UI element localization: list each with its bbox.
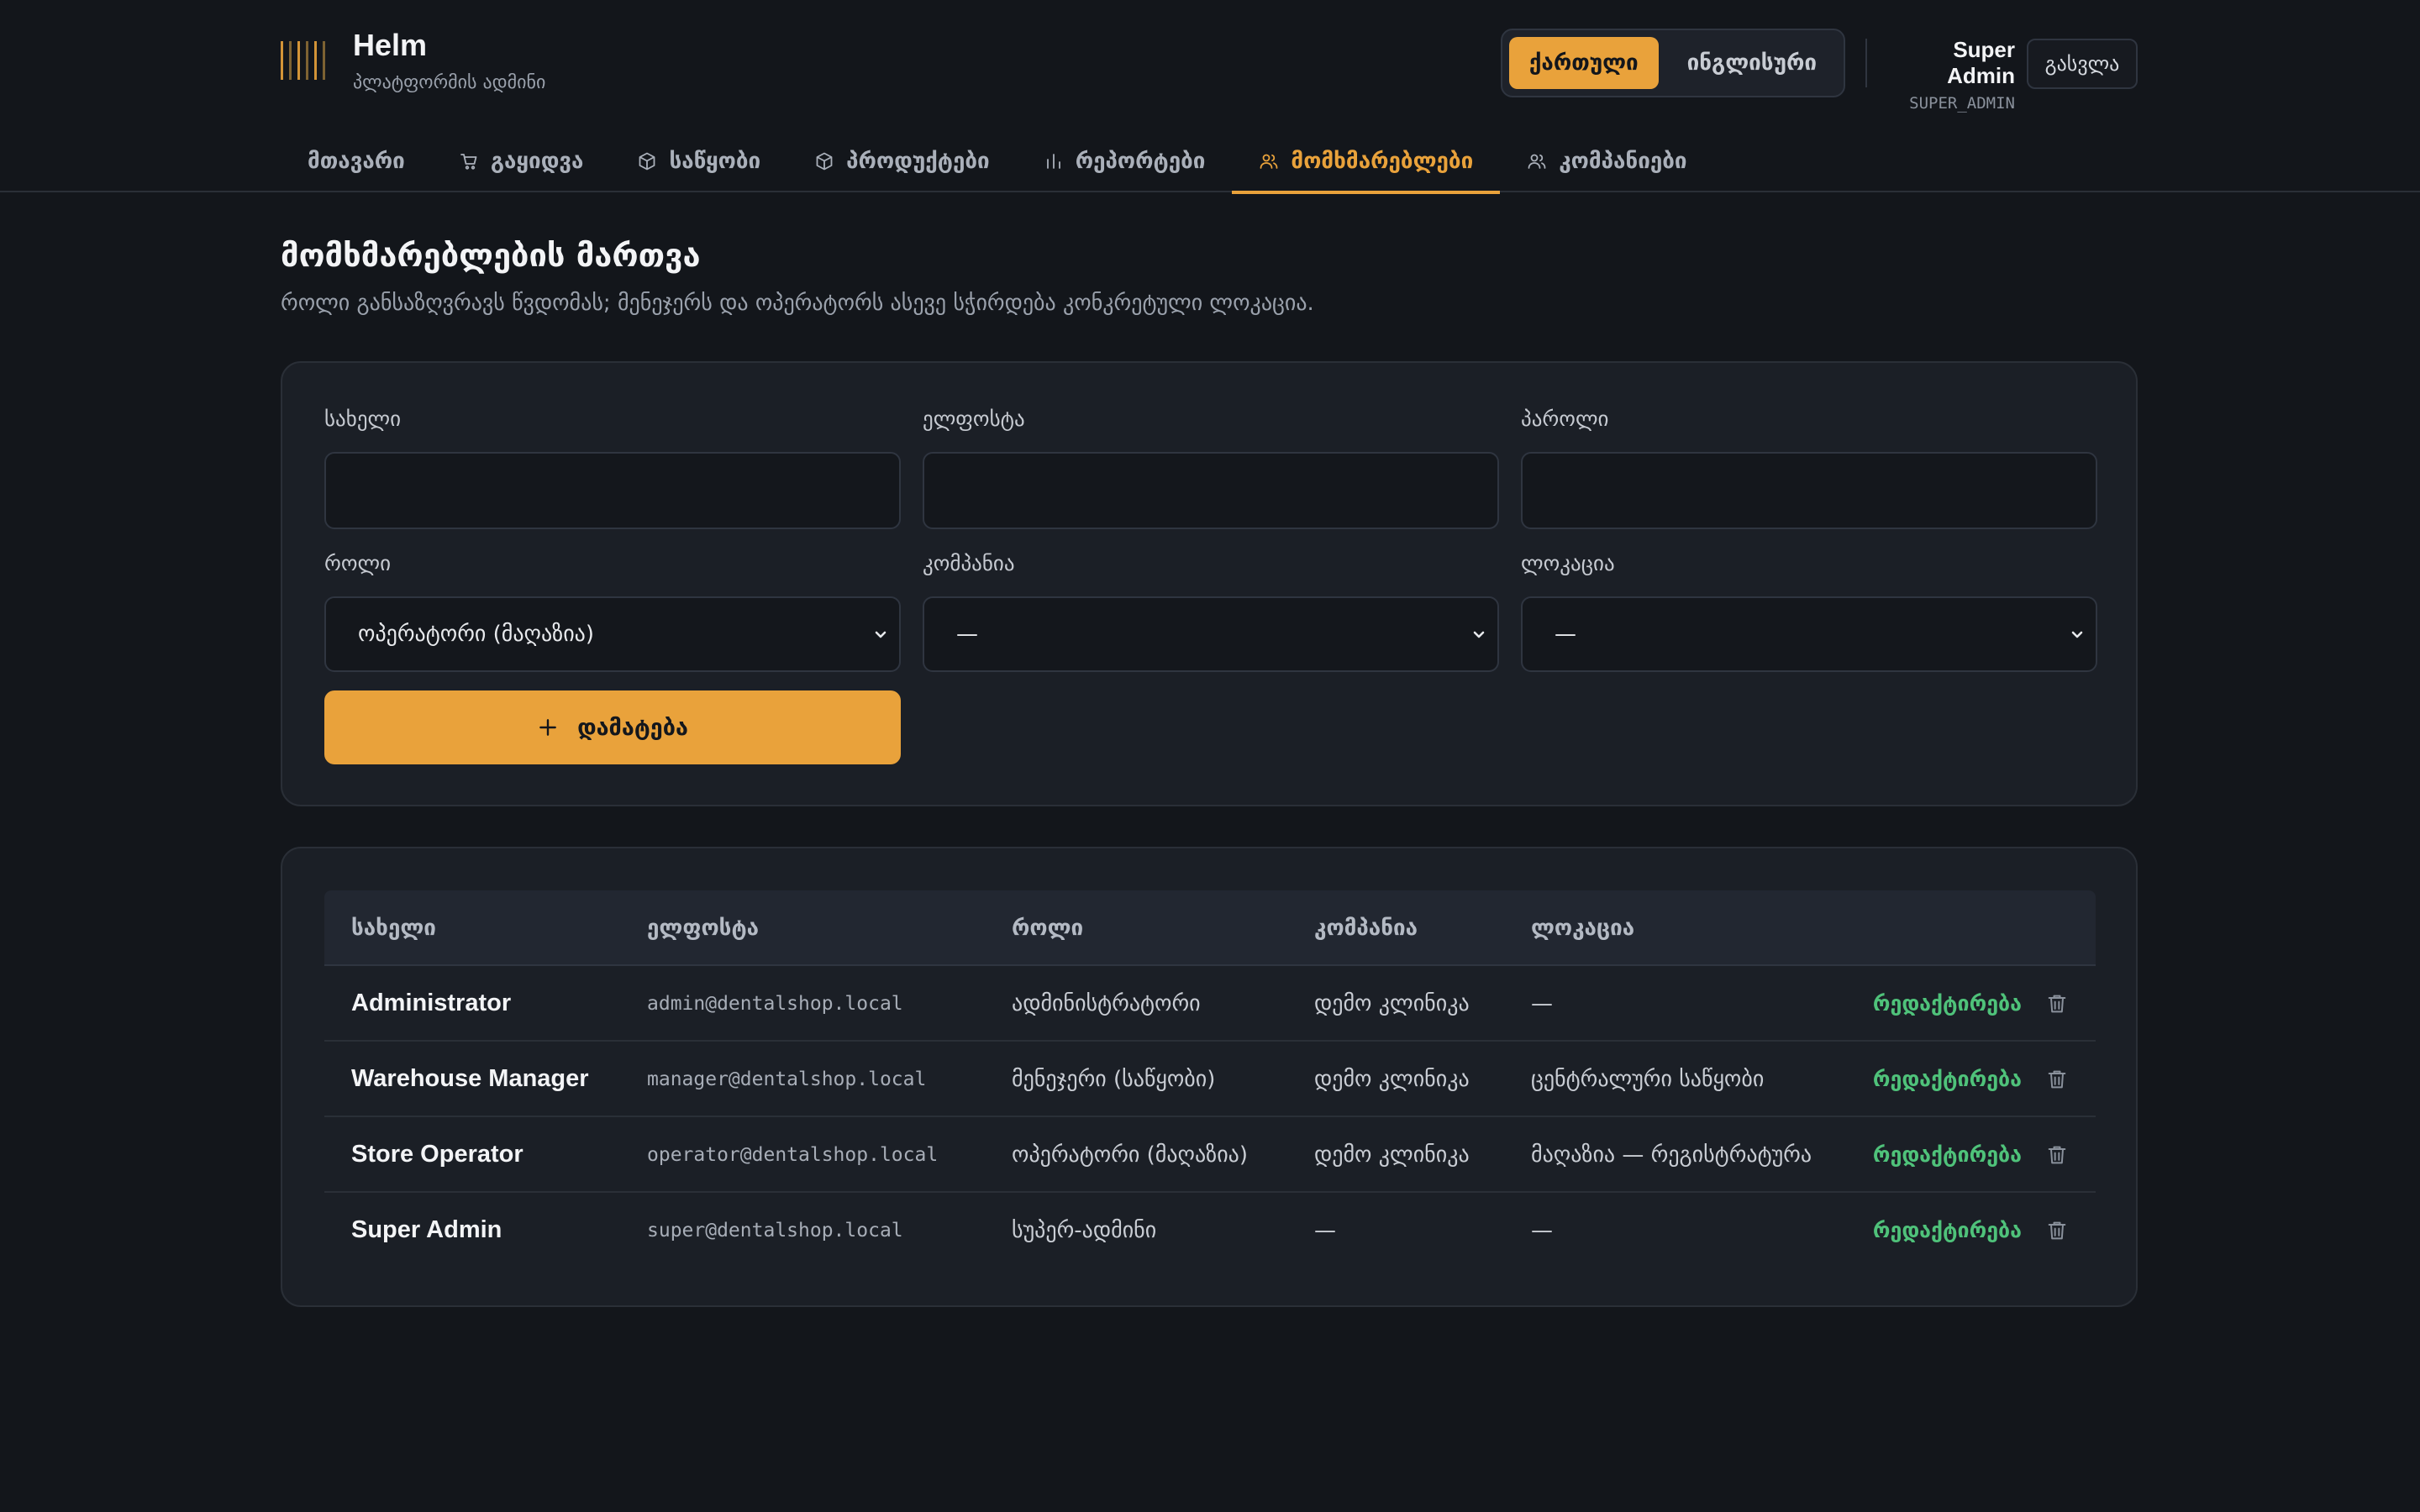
tab-reports[interactable]: რეპორტები (1017, 129, 1233, 192)
app-subtitle: პლატფორმის ადმინი (353, 71, 546, 93)
row-location: მაღაზია — რეგისტრატურა (1531, 1142, 1812, 1168)
trash-icon[interactable] (2045, 1218, 2069, 1243)
table-row: Administrator admin@dentalshop.local ადმ… (324, 966, 2096, 1042)
table-row: Store Operator operator@dentalshop.local… (324, 1117, 2096, 1193)
box-icon (814, 151, 834, 171)
main-nav: მთავარი გაყიდვა საწყობი პროდუქტები რეპორ… (281, 129, 1714, 194)
location-label: ლოკაცია (1521, 551, 1615, 575)
row-location: ცენტრალური საწყობი (1531, 1067, 1765, 1092)
trash-icon[interactable] (2045, 1142, 2069, 1168)
company-select[interactable]: — (923, 596, 1499, 672)
users-table-card: სახელი ელფოსტა როლი კომპანია ლოკაცია Adm… (281, 847, 2138, 1307)
brand-logo-icon (281, 41, 333, 81)
lang-georgian-button[interactable]: ქართული (1509, 37, 1659, 89)
header-name: სახელი (351, 916, 436, 941)
header-location: ლოკაცია (1531, 916, 1635, 941)
row-role: ადმინისტრატორი (1012, 991, 1201, 1016)
user-role: SUPER_ADMIN (1909, 94, 2015, 113)
add-user-form: სახელი ელფოსტა პაროლი როლი ოპერატორი (მა… (281, 361, 2138, 806)
edit-link[interactable]: რედაქტირება (1873, 1142, 2022, 1167)
header-company: კომპანია (1314, 916, 1418, 941)
cart-icon (459, 151, 479, 171)
tab-companies[interactable]: კომპანიები (1500, 129, 1713, 192)
users-icon (1527, 151, 1547, 171)
row-email: manager@dentalshop.local (647, 1068, 927, 1090)
row-email: super@dentalshop.local (647, 1220, 903, 1242)
brand[interactable]: Helm პლატფორმის ადმინი (281, 29, 545, 93)
row-name: Super Admin (351, 1216, 502, 1243)
edit-link[interactable]: რედაქტირება (1873, 991, 2022, 1016)
tab-sales[interactable]: გაყიდვა (432, 129, 611, 192)
user-info: Super Admin SUPER_ADMIN (1887, 37, 2015, 113)
logout-button[interactable]: გასვლა (2027, 39, 2138, 89)
chevron-down-icon (875, 631, 886, 638)
company-label: კომპანია (923, 551, 1015, 575)
company-select-value: — (956, 622, 978, 647)
name-label: სახელი (324, 407, 402, 431)
header-divider (1865, 39, 1867, 87)
row-name: Administrator (351, 990, 512, 1016)
tab-users[interactable]: მომხმარებლები (1232, 129, 1501, 194)
page-title: მომხმარებლების მართვა (281, 237, 701, 274)
tab-label: პროდუქტები (846, 148, 990, 174)
role-label: როლი (324, 551, 392, 575)
add-user-button[interactable]: დამატება (324, 690, 901, 764)
chevron-down-icon (2071, 631, 2083, 638)
row-company: — (1314, 1218, 1336, 1243)
tab-home[interactable]: მთავარი (281, 129, 432, 192)
email-field[interactable] (923, 452, 1499, 529)
tab-label: მთავარი (308, 148, 405, 174)
table-row: Warehouse Manager manager@dentalshop.loc… (324, 1042, 2096, 1117)
tab-warehouse[interactable]: საწყობი (610, 129, 787, 192)
edit-link[interactable]: რედაქტირება (1873, 1218, 2022, 1242)
tab-label: კომპანიები (1559, 148, 1687, 174)
tab-label: რეპორტები (1075, 148, 1206, 174)
header-email: ელფოსტა (647, 916, 760, 941)
location-select-value: — (1555, 622, 1576, 647)
tab-label: გაყიდვა (490, 148, 584, 174)
add-button-label: დამატება (577, 714, 688, 741)
row-role: სუპერ-ადმინი (1012, 1218, 1157, 1243)
row-company: დემო კლინიკა (1314, 991, 1470, 1016)
row-role: ოპერატორი (მაღაზია) (1012, 1142, 1248, 1168)
users-table: სახელი ელფოსტა როლი კომპანია ლოკაცია Adm… (324, 890, 2096, 1268)
row-company: დემო კლინიკა (1314, 1067, 1470, 1092)
row-role: მენეჯერი (საწყობი) (1012, 1067, 1216, 1092)
row-company: დემო კლინიკა (1314, 1142, 1470, 1168)
row-location: — (1531, 991, 1553, 1016)
top-header: Helm პლატფორმის ადმინი ქართული ინგლისური… (0, 0, 2420, 194)
row-location: — (1531, 1218, 1553, 1243)
trash-icon[interactable] (2045, 1067, 2069, 1092)
edit-link[interactable]: რედაქტირება (1873, 1067, 2022, 1091)
location-select[interactable]: — (1521, 596, 2097, 672)
tab-label: საწყობი (669, 148, 761, 174)
table-header: სახელი ელფოსტა როლი კომპანია ლოკაცია (324, 890, 2096, 966)
role-select[interactable]: ოპერატორი (მაღაზია) (324, 596, 901, 672)
header-role: როლი (1012, 916, 1084, 941)
name-input[interactable] (324, 452, 901, 529)
password-field[interactable] (1521, 452, 2097, 529)
trash-icon[interactable] (2045, 991, 2069, 1016)
row-name: Store Operator (351, 1141, 523, 1168)
table-row: Super Admin super@dentalshop.local სუპერ… (324, 1193, 2096, 1268)
email-label: ელფოსტა (923, 407, 1025, 431)
page-subtitle: როლი განსაზღვრავს წვდომას; მენეჯერს და ო… (281, 291, 1314, 316)
password-label: პაროლი (1521, 407, 1609, 431)
tab-products[interactable]: პროდუქტები (787, 129, 1017, 192)
lang-english-button[interactable]: ინგლისური (1667, 37, 1837, 89)
row-email: admin@dentalshop.local (647, 993, 903, 1015)
plus-icon (539, 719, 556, 736)
chart-icon (1044, 151, 1064, 171)
language-switcher: ქართული ინგლისური (1501, 29, 1845, 97)
row-email: operator@dentalshop.local (647, 1144, 939, 1166)
chevron-down-icon (1473, 631, 1485, 638)
app-title: Helm (353, 28, 428, 62)
tab-label: მომხმარებლები (1291, 148, 1474, 174)
users-icon (1259, 151, 1279, 171)
box-icon (637, 151, 657, 171)
user-name: Super Admin (1947, 37, 2015, 88)
row-name: Warehouse Manager (351, 1065, 589, 1092)
role-select-value: ოპერატორი (მაღაზია) (358, 622, 594, 647)
